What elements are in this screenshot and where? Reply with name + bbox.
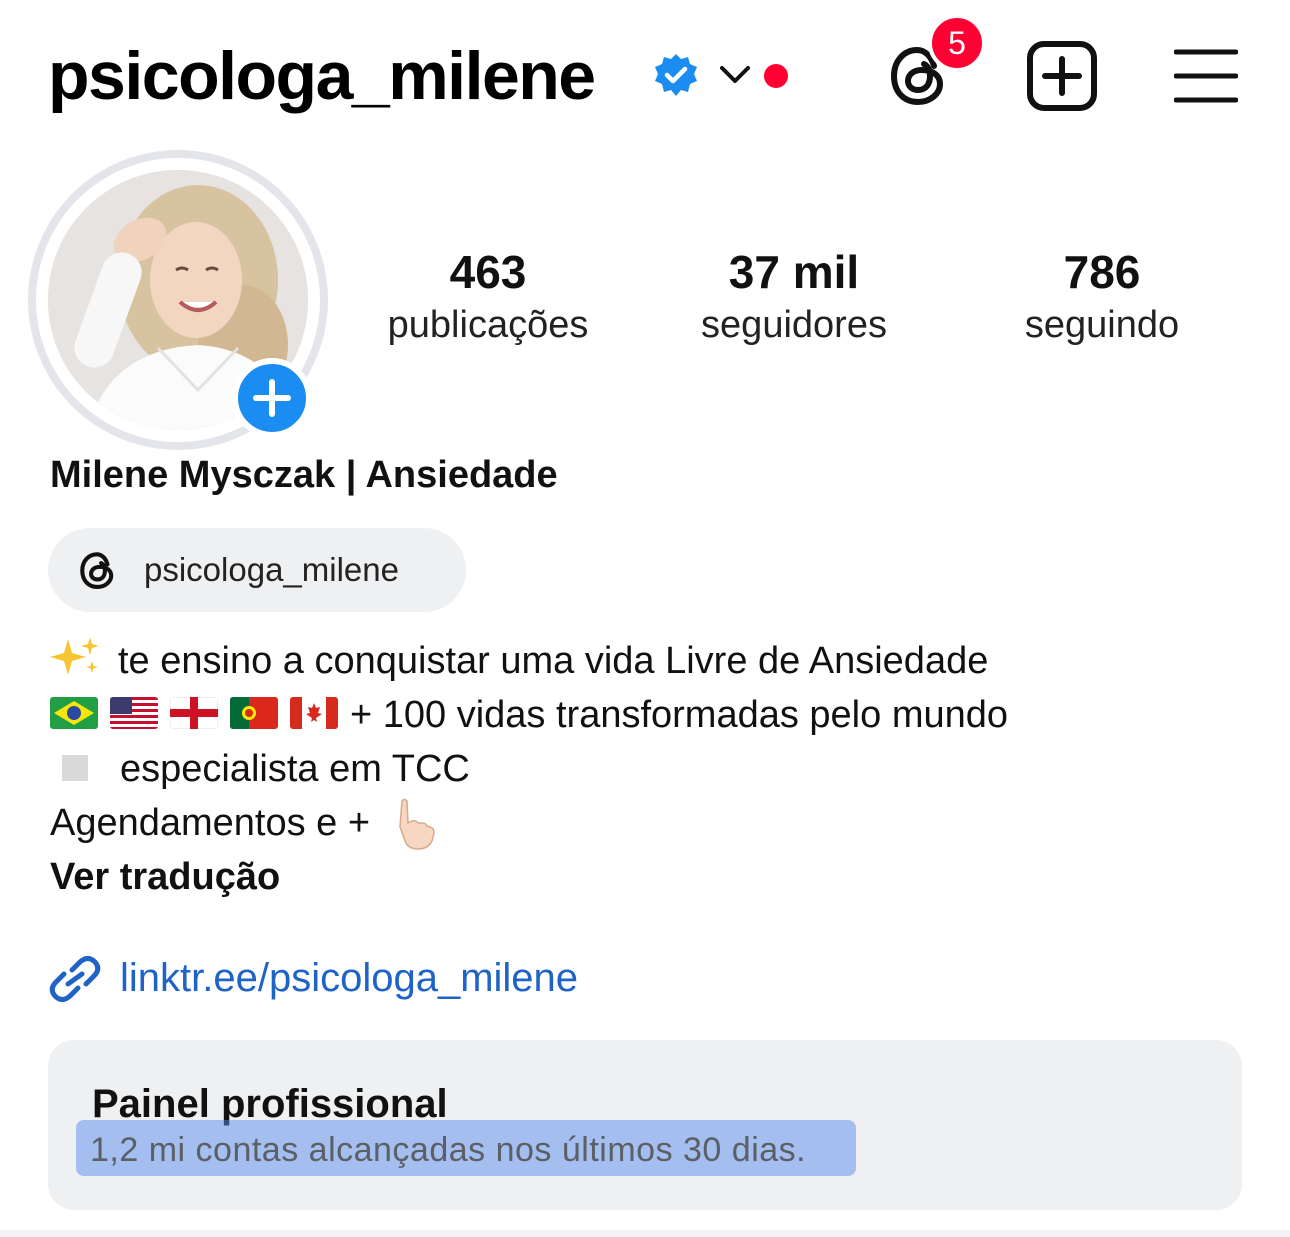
menu-icon[interactable] xyxy=(1174,46,1238,106)
bio-text-2: + 100 vidas transformadas pelo mundo xyxy=(350,694,1009,736)
username-switcher[interactable]: psicologa_milene xyxy=(48,34,596,118)
portugal-flag-icon xyxy=(230,697,278,729)
divider xyxy=(0,1230,1290,1237)
square-icon xyxy=(62,755,88,781)
link-text: linktr.ee/psicologa_milene xyxy=(120,956,579,1000)
posts-value: 463 xyxy=(449,246,527,298)
profile-screen: psicologa_milene 5 463 publicações 37 mi… xyxy=(0,0,1290,1237)
professional-dashboard[interactable]: Painel profissional 1,2 mi contas alcanç… xyxy=(48,1040,1242,1210)
canada-flag-icon xyxy=(290,697,338,729)
bio-line-1: te ensino a conquistar uma vida Livre de… xyxy=(50,634,1250,688)
followers-count[interactable]: 37 mil seguidores xyxy=(680,244,908,350)
usa-flag-icon xyxy=(110,697,158,729)
bio-text-1: te ensino a conquistar uma vida Livre de… xyxy=(118,640,989,682)
threads-icon xyxy=(80,552,114,590)
bio-line-3: especialista em TCC xyxy=(50,742,1250,796)
bio-text-4: Agendamentos e + xyxy=(50,802,371,844)
verified-badge-icon xyxy=(655,54,697,96)
posts-label: publicações xyxy=(387,304,589,346)
link-icon xyxy=(49,956,101,1002)
threads-handle: psicologa_milene xyxy=(144,551,399,588)
dashboard-reach-summary: 1,2 mi contas alcançadas nos últimos 30 … xyxy=(90,1131,807,1169)
full-name: Milene Mysczak | Ansiedade xyxy=(50,454,558,496)
followers-value: 37 mil xyxy=(728,246,860,298)
posts-count[interactable]: 463 publicações xyxy=(368,244,608,350)
pointing-down-icon xyxy=(399,798,435,850)
chevron-down-icon[interactable] xyxy=(716,60,754,90)
brazil-flag-icon xyxy=(50,697,98,729)
bio-text-3: especialista em TCC xyxy=(120,748,470,790)
threads-profile-link[interactable]: psicologa_milene xyxy=(48,528,466,612)
sparkles-icon xyxy=(50,637,99,675)
see-translation-link[interactable]: Ver tradução xyxy=(50,850,1250,904)
account-notification-dot xyxy=(764,64,788,88)
bio-line-4: Agendamentos e + xyxy=(50,796,1250,851)
add-story-button[interactable] xyxy=(232,358,312,438)
profile-header: psicologa_milene 5 xyxy=(0,0,1290,150)
england-flag-icon xyxy=(170,697,218,729)
following-count[interactable]: 786 seguindo xyxy=(1004,244,1200,350)
followers-label: seguidores xyxy=(701,304,887,346)
bio-line-2: + 100 vidas transformadas pelo mundo xyxy=(50,688,1250,742)
following-label: seguindo xyxy=(1024,304,1180,346)
new-post-icon[interactable] xyxy=(1026,40,1098,112)
notification-badge: 5 xyxy=(928,14,986,72)
following-value: 786 xyxy=(1063,246,1141,298)
